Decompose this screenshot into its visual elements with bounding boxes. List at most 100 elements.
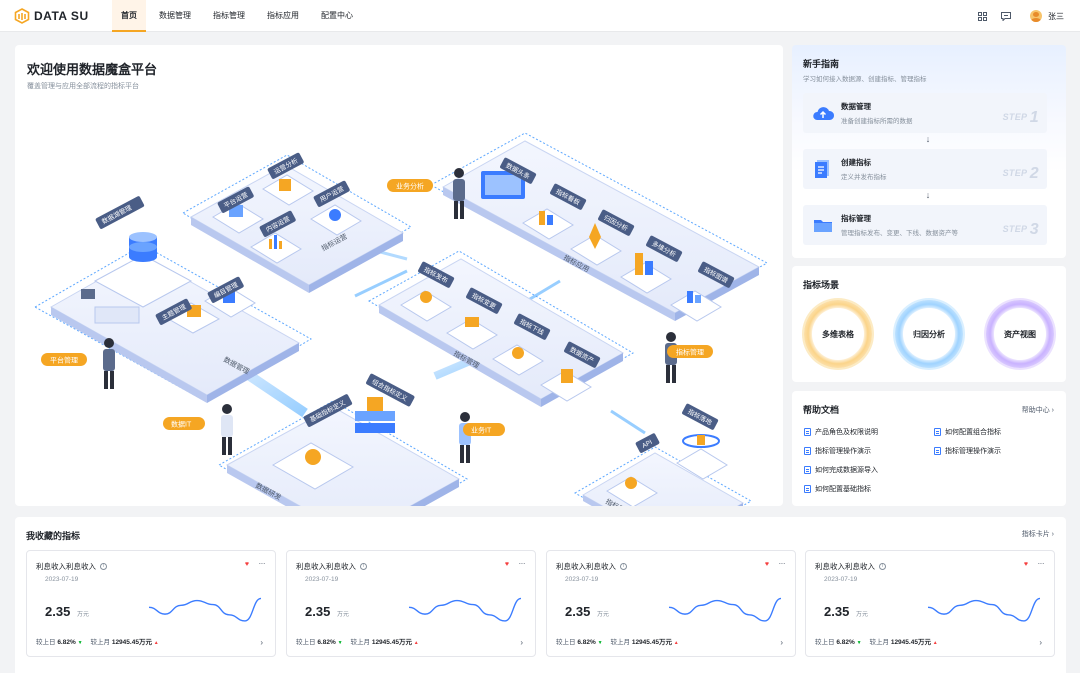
nav-config-center[interactable]: 配置中心 — [312, 0, 362, 32]
sparkline — [148, 597, 262, 622]
chevron-right-icon[interactable]: › — [780, 638, 783, 647]
welcome-panel: 欢迎使用数据魔盒平台 覆盖管理与应用全部流程的指标平台 数据湖管理 主题管理 编… — [15, 45, 783, 506]
doc-link[interactable]: 如何完成数据源导入 — [804, 465, 878, 475]
avatar — [1030, 10, 1042, 22]
heart-icon[interactable]: ♥ — [505, 561, 509, 568]
welcome-subtitle: 覆盖管理与应用全部流程的指标平台 — [27, 83, 139, 90]
guide-step-metric-management[interactable]: 指标管理 管理指标发布、变更、下线、数据资产等 STEP 3 — [803, 205, 1047, 245]
scene-multi-dim-table[interactable]: 多维表格 — [804, 300, 872, 368]
trend-up-icon: ▲ — [153, 640, 159, 646]
guide-step-create-metric[interactable]: 创建指标 定义并发布指标 STEP 2 — [803, 149, 1047, 189]
scenes-title: 指标场景 — [803, 280, 840, 290]
scene-attribution-analysis[interactable]: 归因分析 — [895, 300, 963, 368]
chevron-right-icon[interactable]: › — [520, 638, 523, 647]
platforms — [49, 140, 761, 506]
help-title: 帮助文档 — [803, 405, 840, 415]
person-platform-mgmt — [103, 338, 115, 389]
favorite-metrics-section: 我收藏的指标 指标卡片 › 利息收入利息收入 i ♥ ··· 2023-07-19… — [15, 517, 1066, 673]
document-list-icon — [815, 160, 829, 178]
chevron-right-icon[interactable]: › — [1039, 638, 1042, 647]
svg-text:业务分析: 业务分析 — [396, 182, 424, 191]
trend-up-icon: ▼ — [337, 640, 343, 646]
help-docs-card: 帮助文档 帮助中心 › 产品角色及权限说明 指标管理操作演示 如何完成数据源导入… — [792, 391, 1066, 506]
heart-icon[interactable]: ♥ — [765, 561, 769, 568]
favorites-title: 我收藏的指标 — [26, 531, 81, 541]
sparkline — [927, 597, 1041, 622]
document-icon — [934, 447, 941, 455]
cloud-upload-icon — [813, 107, 835, 120]
help-center-link[interactable]: 帮助中心 › — [1022, 405, 1054, 415]
nav-home[interactable]: 首页 — [112, 0, 146, 32]
logo[interactable]: DATA SU — [14, 7, 89, 25]
doc-link[interactable]: 产品角色及权限说明 — [804, 427, 878, 437]
trend-up-icon: ▲ — [673, 640, 679, 646]
folder-icon — [814, 220, 832, 232]
doc-link[interactable]: 指标管理操作演示 — [804, 446, 871, 456]
chevron-right-icon[interactable]: › — [260, 638, 263, 647]
trend-up-icon: ▲ — [932, 640, 938, 646]
document-icon — [804, 466, 811, 474]
guide-step-data-management[interactable]: 数据管理 准备创建指标所需的数据 STEP 1 — [803, 93, 1047, 133]
nav-data-management[interactable]: 数据管理 — [150, 0, 200, 32]
platform-illustration: 数据湖管理 主题管理 编目管理 平台运营 运营分析 用户运营 内容运营 数据头条… — [33, 132, 769, 506]
document-icon — [804, 428, 811, 436]
document-icon — [804, 485, 811, 493]
more-icon[interactable]: ··· — [779, 559, 786, 568]
top-navigation-bar: DATA SU 首页 数据管理 指标管理 指标应用 配置中心 张三 — [0, 0, 1080, 32]
doc-link[interactable]: 如何配置基础指标 — [804, 484, 871, 494]
welcome-title: 欢迎使用数据魔盒平台 — [27, 62, 158, 77]
document-icon — [804, 447, 811, 455]
sparkline — [408, 597, 522, 622]
metric-card[interactable]: 利息收入利息收入 i ♥ ··· 2023-07-19 2.35 万元 较上日 6… — [26, 550, 276, 657]
more-icon[interactable]: ··· — [519, 559, 526, 568]
message-icon[interactable] — [1000, 10, 1012, 22]
info-icon: i — [620, 563, 627, 570]
more-icon[interactable]: ··· — [1038, 559, 1045, 568]
logo-icon — [14, 8, 30, 24]
heart-icon[interactable]: ♥ — [1024, 561, 1028, 568]
main-nav: 首页 数据管理 指标管理 指标应用 配置中心 — [112, 0, 366, 32]
sparkline — [668, 597, 782, 622]
document-icon — [934, 428, 941, 436]
trend-up-icon: ▲ — [413, 640, 419, 646]
info-icon: i — [100, 563, 107, 570]
scene-asset-view[interactable]: 资产视图 — [986, 300, 1054, 368]
svg-text:平台管理: 平台管理 — [50, 356, 78, 365]
metric-value: 2.35 — [45, 604, 71, 619]
arrow-down-icon: ↓ — [925, 134, 931, 144]
doc-link[interactable]: 如何配置组合指标 — [934, 427, 1001, 437]
info-icon: i — [879, 563, 886, 570]
guide-subtitle: 学习如何接入数据源、创建指标、管理指标 — [803, 76, 927, 83]
nav-metric-management[interactable]: 指标管理 — [204, 0, 254, 32]
guide-title: 新手指南 — [803, 59, 840, 69]
doc-link[interactable]: 指标管理操作演示 — [934, 446, 1001, 456]
logo-text: DATA SU — [34, 9, 89, 23]
svg-text:指标管理: 指标管理 — [676, 348, 704, 357]
metric-value: 2.35 — [305, 604, 331, 619]
chevron-right-icon: › — [1051, 407, 1054, 414]
trend-up-icon: ▼ — [597, 640, 603, 646]
nav-metric-application[interactable]: 指标应用 — [258, 0, 308, 32]
more-icon[interactable]: ··· — [259, 559, 266, 568]
trend-up-icon: ▼ — [856, 640, 862, 646]
metric-cards-link[interactable]: 指标卡片 › — [1022, 529, 1054, 539]
heart-icon[interactable]: ♥ — [245, 561, 249, 568]
metric-card[interactable]: 利息收入利息收入 i ♥ ··· 2023-07-19 2.35 万元 较上日 6… — [286, 550, 536, 657]
guide-card: 新手指南 学习如何接入数据源、创建指标、管理指标 数据管理 准备创建指标所需的数… — [792, 45, 1066, 258]
metric-card[interactable]: 利息收入利息收入 i ♥ ··· 2023-07-19 2.35 万元 较上日 6… — [805, 550, 1055, 657]
chevron-right-icon: › — [1051, 531, 1054, 538]
person-business-analysis — [453, 168, 465, 219]
user-name: 张三 — [1048, 11, 1064, 21]
metric-value: 2.35 — [824, 604, 850, 619]
metric-scenes-card: 指标场景 多维表格 归因分析 资产视图 — [792, 266, 1066, 382]
person-business-it — [459, 412, 471, 463]
grid-icon[interactable] — [976, 10, 988, 22]
person-data-it — [221, 404, 233, 455]
metric-value: 2.35 — [565, 604, 591, 619]
trend-up-icon: ▼ — [77, 640, 83, 646]
svg-text:业务IT: 业务IT — [471, 426, 492, 435]
top-right-actions: 张三 — [976, 0, 1064, 32]
user-menu[interactable]: 张三 — [1030, 10, 1064, 22]
metric-card[interactable]: 利息收入利息收入 i ♥ ··· 2023-07-19 2.35 万元 较上日 6… — [546, 550, 796, 657]
info-icon: i — [360, 563, 367, 570]
